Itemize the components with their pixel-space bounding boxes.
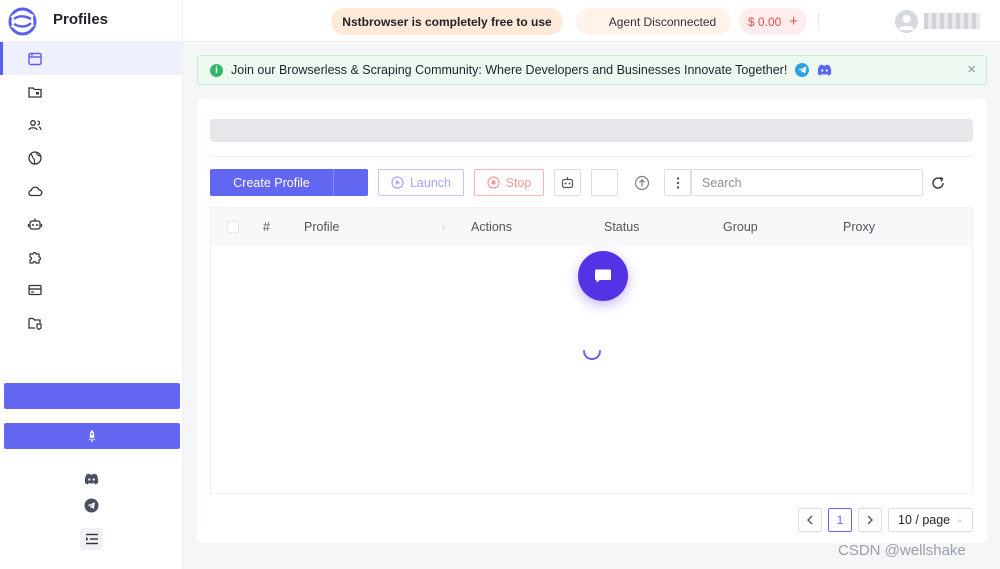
sidebar bbox=[0, 42, 183, 569]
stop-icon bbox=[487, 176, 500, 189]
sidebar-item-automation[interactable] bbox=[0, 207, 183, 240]
balance-amount: $ 0.00 bbox=[747, 14, 782, 29]
community-banner: i Join our Browserless & Scraping Commun… bbox=[197, 55, 987, 85]
refresh-button[interactable] bbox=[929, 174, 947, 192]
table-header: # Profile ↓ Actions Status Group Proxy bbox=[211, 208, 972, 246]
launch-button[interactable]: Launch bbox=[378, 169, 464, 196]
prev-page-button[interactable] bbox=[798, 508, 822, 532]
discord-icon bbox=[84, 473, 98, 485]
column-header-index: # bbox=[263, 220, 270, 234]
create-split-divider bbox=[333, 169, 334, 196]
telegram-link[interactable] bbox=[80, 494, 102, 516]
discord-link[interactable] bbox=[80, 468, 102, 490]
agent-status-badge[interactable]: Agent Disconnected bbox=[576, 8, 731, 35]
team-icon bbox=[28, 119, 42, 130]
select-all-checkbox[interactable] bbox=[227, 221, 239, 233]
chat-bubble-icon bbox=[595, 269, 611, 283]
user-avatar[interactable] bbox=[895, 10, 918, 33]
profiles-table: # Profile ↓ Actions Status Group Proxy bbox=[210, 207, 973, 494]
page-size-label: 10 / page bbox=[898, 513, 951, 527]
robot-icon bbox=[561, 177, 574, 189]
sidebar-item-tags[interactable] bbox=[0, 306, 183, 339]
panel-divider bbox=[210, 156, 973, 157]
chevron-down-icon: ⌄ bbox=[955, 514, 964, 525]
billing-card-icon bbox=[28, 284, 42, 295]
top-bar: Profiles Nstbrowser is completely free t… bbox=[0, 0, 1000, 42]
upgrade-button[interactable] bbox=[4, 423, 180, 449]
sidebar-item-billing[interactable] bbox=[0, 273, 183, 306]
next-page-button[interactable] bbox=[858, 508, 882, 532]
stop-button[interactable]: Stop bbox=[474, 169, 544, 196]
folder-icon bbox=[28, 86, 42, 98]
chat-support-button[interactable] bbox=[578, 251, 628, 301]
telegram-icon[interactable] bbox=[795, 63, 810, 77]
sidebar-item-extensions[interactable] bbox=[0, 240, 183, 273]
loading-skeleton bbox=[210, 119, 973, 142]
create-profile-label: Create Profile bbox=[233, 175, 310, 190]
app-window: Profiles Nstbrowser is completely free t… bbox=[0, 0, 1000, 569]
topbar-divider bbox=[182, 0, 183, 42]
main-content: i Join our Browserless & Scraping Commun… bbox=[183, 42, 1000, 569]
column-header-status: Status bbox=[604, 220, 640, 234]
telegram-icon bbox=[84, 498, 98, 512]
column-header-group: Group bbox=[723, 220, 758, 234]
sidebar-item-profiles[interactable] bbox=[0, 42, 183, 75]
more-options-button[interactable] bbox=[664, 169, 691, 196]
launch-label: Launch bbox=[409, 175, 451, 190]
page-title: Profiles bbox=[53, 11, 109, 28]
promo-badge[interactable]: Nstbrowser is completely free to use bbox=[331, 8, 563, 35]
sidebar-item-groups[interactable] bbox=[0, 75, 183, 108]
add-balance-icon[interactable]: + bbox=[789, 14, 798, 29]
collapse-sidebar-button[interactable] bbox=[80, 528, 103, 550]
sidebar-primary-button[interactable] bbox=[4, 383, 180, 409]
balance-badge[interactable]: $ 0.00 + bbox=[739, 8, 807, 35]
rocket-icon bbox=[88, 430, 96, 442]
watermark: CSDN @wellshake bbox=[838, 542, 966, 559]
globe-icon bbox=[28, 150, 42, 165]
info-icon: i bbox=[210, 63, 223, 77]
column-header-proxy: Proxy bbox=[843, 220, 875, 234]
upload-button[interactable] bbox=[628, 169, 655, 196]
sidebar-item-cloud[interactable] bbox=[0, 174, 183, 207]
upload-icon bbox=[634, 175, 649, 190]
automation-button[interactable] bbox=[554, 169, 581, 196]
chevron-right-icon bbox=[867, 515, 873, 525]
refresh-icon bbox=[932, 176, 944, 189]
sort-arrow-icon[interactable]: ↓ bbox=[441, 220, 447, 232]
close-banner-icon[interactable]: × bbox=[967, 62, 976, 78]
loading-spinner-icon bbox=[583, 350, 601, 360]
column-header-profile[interactable]: Profile bbox=[304, 220, 339, 234]
play-icon bbox=[391, 176, 404, 189]
sidebar-item-team[interactable] bbox=[0, 108, 183, 141]
sidebar-item-proxy[interactable] bbox=[0, 141, 183, 174]
page-number-button[interactable]: 1 bbox=[828, 508, 852, 532]
robot-icon bbox=[27, 218, 43, 230]
create-profile-button[interactable]: Create Profile bbox=[210, 169, 368, 196]
column-header-actions: Actions bbox=[471, 220, 512, 234]
more-vertical-icon bbox=[676, 176, 679, 189]
username-redacted[interactable] bbox=[924, 13, 980, 29]
collapse-menu-icon bbox=[85, 533, 98, 545]
profiles-panel: Create Profile Launch Stop Search # Prof… bbox=[197, 99, 987, 543]
search-input[interactable] bbox=[691, 169, 923, 196]
discord-icon[interactable] bbox=[817, 64, 832, 76]
cloud-icon bbox=[28, 186, 43, 196]
topbar-divider-small bbox=[818, 13, 819, 30]
chevron-left-icon bbox=[807, 515, 813, 525]
stop-label: Stop bbox=[505, 175, 532, 190]
blank-action-button[interactable] bbox=[591, 169, 618, 196]
folder-tag-icon bbox=[28, 317, 42, 330]
extension-icon bbox=[29, 251, 42, 264]
banner-text: Join our Browserless & Scraping Communit… bbox=[231, 63, 788, 77]
browser-window-icon bbox=[28, 52, 42, 65]
nstbrowser-logo-icon[interactable] bbox=[8, 7, 37, 36]
page-size-select[interactable]: 10 / page ⌄ bbox=[888, 508, 973, 532]
